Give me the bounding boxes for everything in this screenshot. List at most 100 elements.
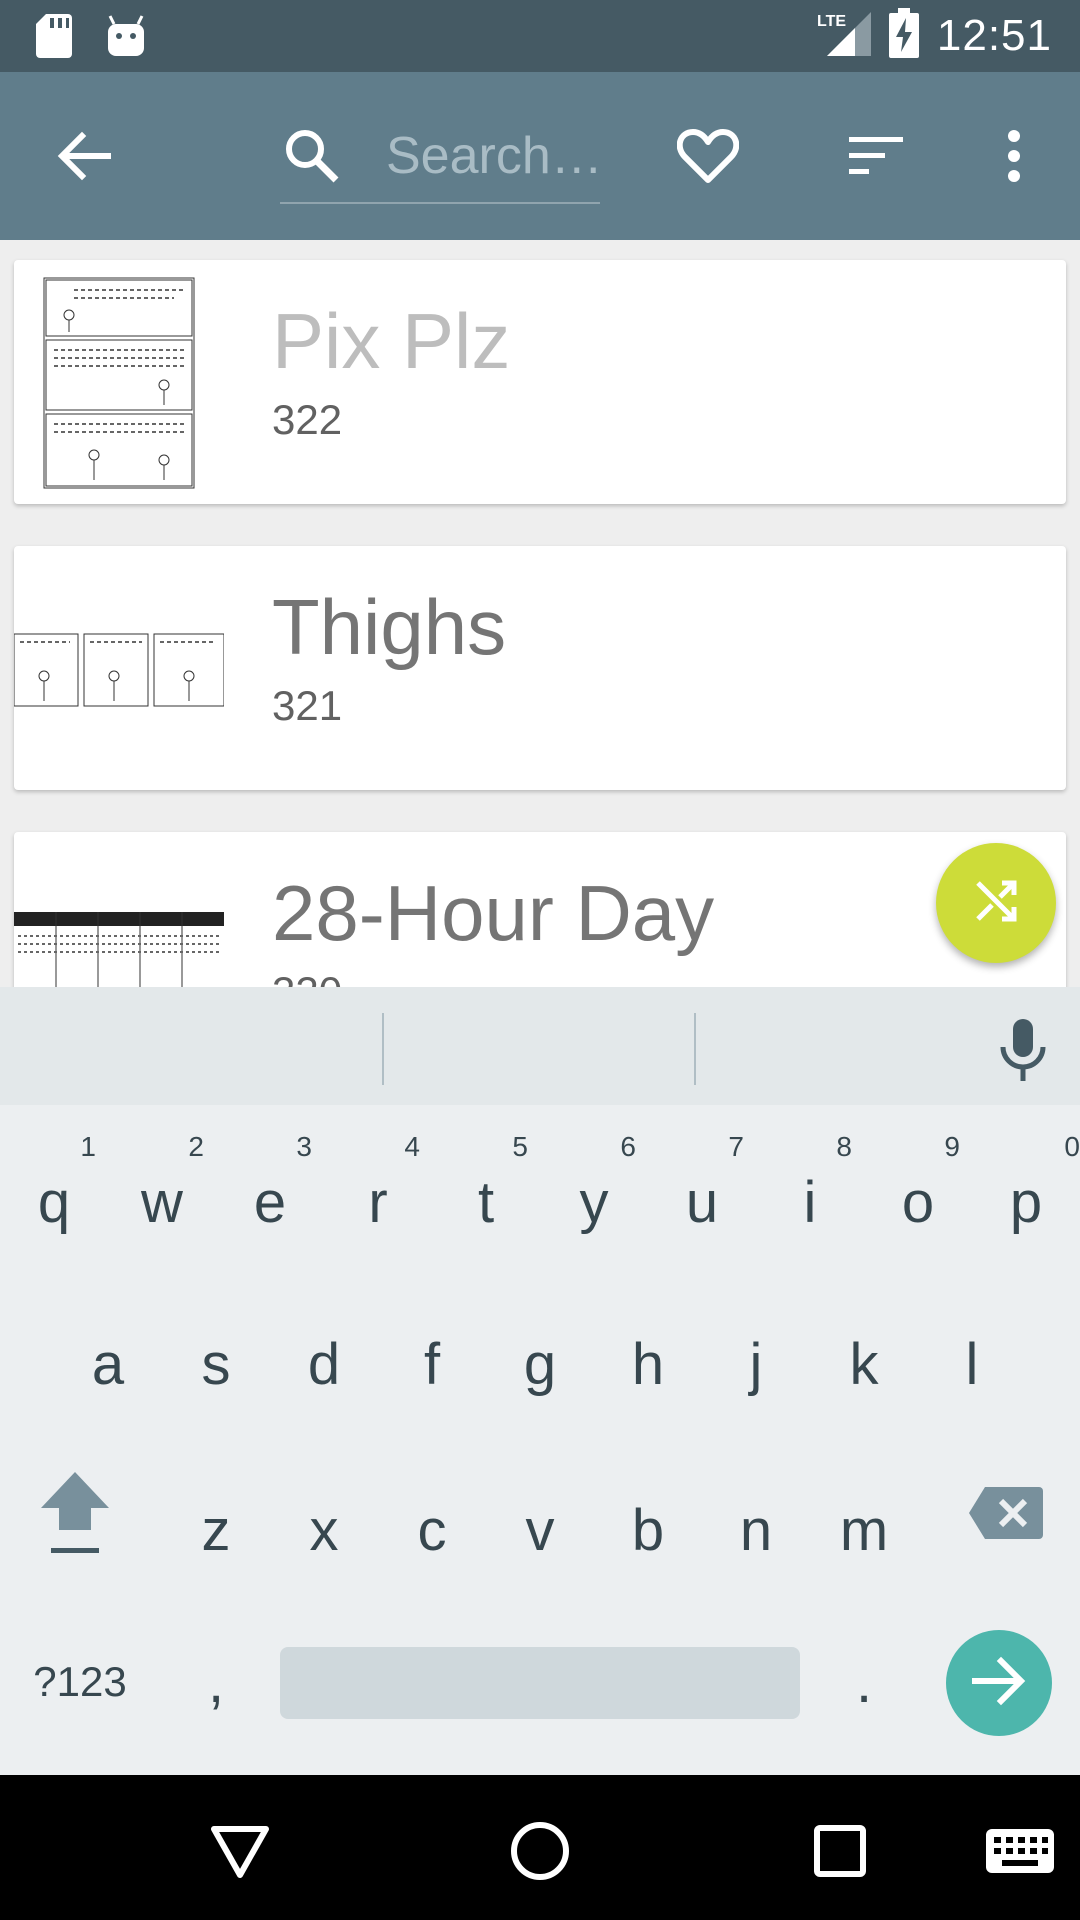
key-k[interactable]: k bbox=[810, 1279, 918, 1429]
key-label: a bbox=[91, 1331, 125, 1397]
key-label: v bbox=[525, 1497, 555, 1563]
shift-key[interactable] bbox=[20, 1445, 130, 1595]
enter-arrow-icon bbox=[971, 1656, 1027, 1711]
enter-key[interactable] bbox=[946, 1630, 1052, 1736]
key-label: y bbox=[579, 1169, 609, 1235]
symbols-key[interactable]: ?123 bbox=[20, 1607, 140, 1757]
key-label: ?123 bbox=[33, 1658, 127, 1705]
random-comic-button[interactable] bbox=[936, 843, 1056, 963]
key-label: o bbox=[901, 1169, 935, 1235]
system-nav-bar bbox=[0, 1775, 1080, 1920]
sort-icon[interactable] bbox=[834, 114, 918, 198]
heart-icon[interactable] bbox=[666, 114, 750, 198]
recents-nav-icon[interactable] bbox=[800, 1811, 880, 1891]
period-key[interactable]: . bbox=[810, 1607, 918, 1757]
key-d[interactable]: d bbox=[270, 1279, 378, 1429]
status-bar: LTE 12:51 bbox=[0, 0, 1080, 72]
key-label: t bbox=[477, 1169, 495, 1235]
suggestion-divider bbox=[382, 1013, 384, 1085]
key-u[interactable]: 7u bbox=[648, 1117, 756, 1267]
comic-card[interactable]: Pix Plz 322 bbox=[14, 260, 1066, 504]
comic-thumbnail bbox=[13, 546, 225, 790]
key-a[interactable]: a bbox=[54, 1279, 162, 1429]
comic-number: 320 bbox=[272, 968, 342, 987]
key-t[interactable]: 5t bbox=[432, 1117, 540, 1267]
comma-key[interactable]: , bbox=[162, 1607, 270, 1757]
key-v[interactable]: v bbox=[486, 1445, 594, 1595]
key-f[interactable]: f bbox=[378, 1279, 486, 1429]
key-l[interactable]: l bbox=[918, 1279, 1026, 1429]
comic-card[interactable]: Thighs 321 bbox=[13, 546, 1066, 790]
key-j[interactable]: j bbox=[702, 1279, 810, 1429]
key-h[interactable]: h bbox=[594, 1279, 702, 1429]
comic-thumbnail bbox=[14, 260, 224, 504]
comic-list: Pix Plz 322 Thighs 321 28-Hour Day bbox=[0, 240, 1080, 987]
key-label: x bbox=[309, 1497, 339, 1563]
key-o[interactable]: 9o bbox=[864, 1117, 972, 1267]
key-b[interactable]: b bbox=[594, 1445, 702, 1595]
app-screen: LTE 12:51 Search… Pix Plz 322 Thighs 321… bbox=[0, 0, 1080, 1920]
shuffle-icon bbox=[972, 877, 1020, 930]
key-s[interactable]: s bbox=[162, 1279, 270, 1429]
suggestion-strip bbox=[0, 987, 1080, 1105]
key-hint: 6 bbox=[620, 1131, 636, 1162]
key-q[interactable]: 1q bbox=[0, 1117, 108, 1267]
key-hint: 5 bbox=[512, 1131, 528, 1162]
search-field[interactable] bbox=[280, 112, 600, 204]
comic-thumbnail bbox=[14, 832, 224, 987]
key-m[interactable]: m bbox=[810, 1445, 918, 1595]
key-e[interactable]: 3e bbox=[216, 1117, 324, 1267]
comic-card[interactable]: 28-Hour Day 320 bbox=[14, 832, 1066, 987]
key-c[interactable]: c bbox=[378, 1445, 486, 1595]
key-x[interactable]: x bbox=[270, 1445, 378, 1595]
key-label: p bbox=[1009, 1169, 1043, 1235]
key-label: d bbox=[307, 1331, 341, 1397]
key-n[interactable]: n bbox=[702, 1445, 810, 1595]
home-nav-icon[interactable] bbox=[500, 1811, 580, 1891]
keyboard-switch-icon[interactable] bbox=[980, 1811, 1060, 1891]
key-label: j bbox=[749, 1331, 763, 1397]
comic-number: 321 bbox=[272, 682, 343, 729]
search-input[interactable] bbox=[384, 120, 598, 192]
backspace-icon bbox=[967, 1485, 1043, 1555]
key-label: h bbox=[631, 1331, 665, 1397]
key-hint: 8 bbox=[836, 1131, 852, 1162]
key-i[interactable]: 8i bbox=[756, 1117, 864, 1267]
comic-title: Thighs bbox=[272, 583, 507, 671]
key-hint: 4 bbox=[404, 1131, 420, 1162]
soft-keyboard: 1q 2w 3e 4r 5t 6y 7u 8i 9o 0p a s d f g … bbox=[0, 987, 1080, 1775]
backspace-key[interactable] bbox=[950, 1445, 1060, 1595]
key-hint: 0 bbox=[1064, 1131, 1080, 1162]
key-label: c bbox=[417, 1497, 447, 1563]
key-label: m bbox=[839, 1497, 889, 1563]
lte-signal-icon: LTE bbox=[815, 10, 871, 61]
key-label: , bbox=[207, 1649, 225, 1715]
key-label: g bbox=[523, 1331, 557, 1397]
key-hint: 1 bbox=[80, 1131, 96, 1162]
status-clock: 12:51 bbox=[936, 10, 1052, 60]
key-label: e bbox=[253, 1169, 287, 1235]
key-p[interactable]: 0p bbox=[972, 1117, 1080, 1267]
key-hint: 9 bbox=[944, 1131, 960, 1162]
space-key[interactable] bbox=[280, 1647, 800, 1719]
comic-title: 28-Hour Day bbox=[272, 869, 715, 957]
key-label: q bbox=[37, 1169, 71, 1235]
key-label: r bbox=[368, 1169, 388, 1235]
key-label: b bbox=[631, 1497, 665, 1563]
key-w[interactable]: 2w bbox=[108, 1117, 216, 1267]
more-vert-icon[interactable] bbox=[972, 114, 1056, 198]
key-label: k bbox=[849, 1331, 879, 1397]
battery-charging-icon bbox=[888, 8, 919, 63]
back-nav-icon[interactable] bbox=[200, 1811, 280, 1891]
back-arrow-icon[interactable] bbox=[42, 114, 126, 198]
key-label: u bbox=[685, 1169, 719, 1235]
mic-icon[interactable] bbox=[998, 1017, 1048, 1088]
key-g[interactable]: g bbox=[486, 1279, 594, 1429]
key-label: w bbox=[141, 1169, 183, 1235]
key-z[interactable]: z bbox=[162, 1445, 270, 1595]
key-r[interactable]: 4r bbox=[324, 1117, 432, 1267]
android-debug-icon bbox=[106, 14, 146, 63]
shift-icon bbox=[37, 1468, 113, 1572]
key-y[interactable]: 6y bbox=[540, 1117, 648, 1267]
app-toolbar bbox=[0, 72, 1080, 240]
